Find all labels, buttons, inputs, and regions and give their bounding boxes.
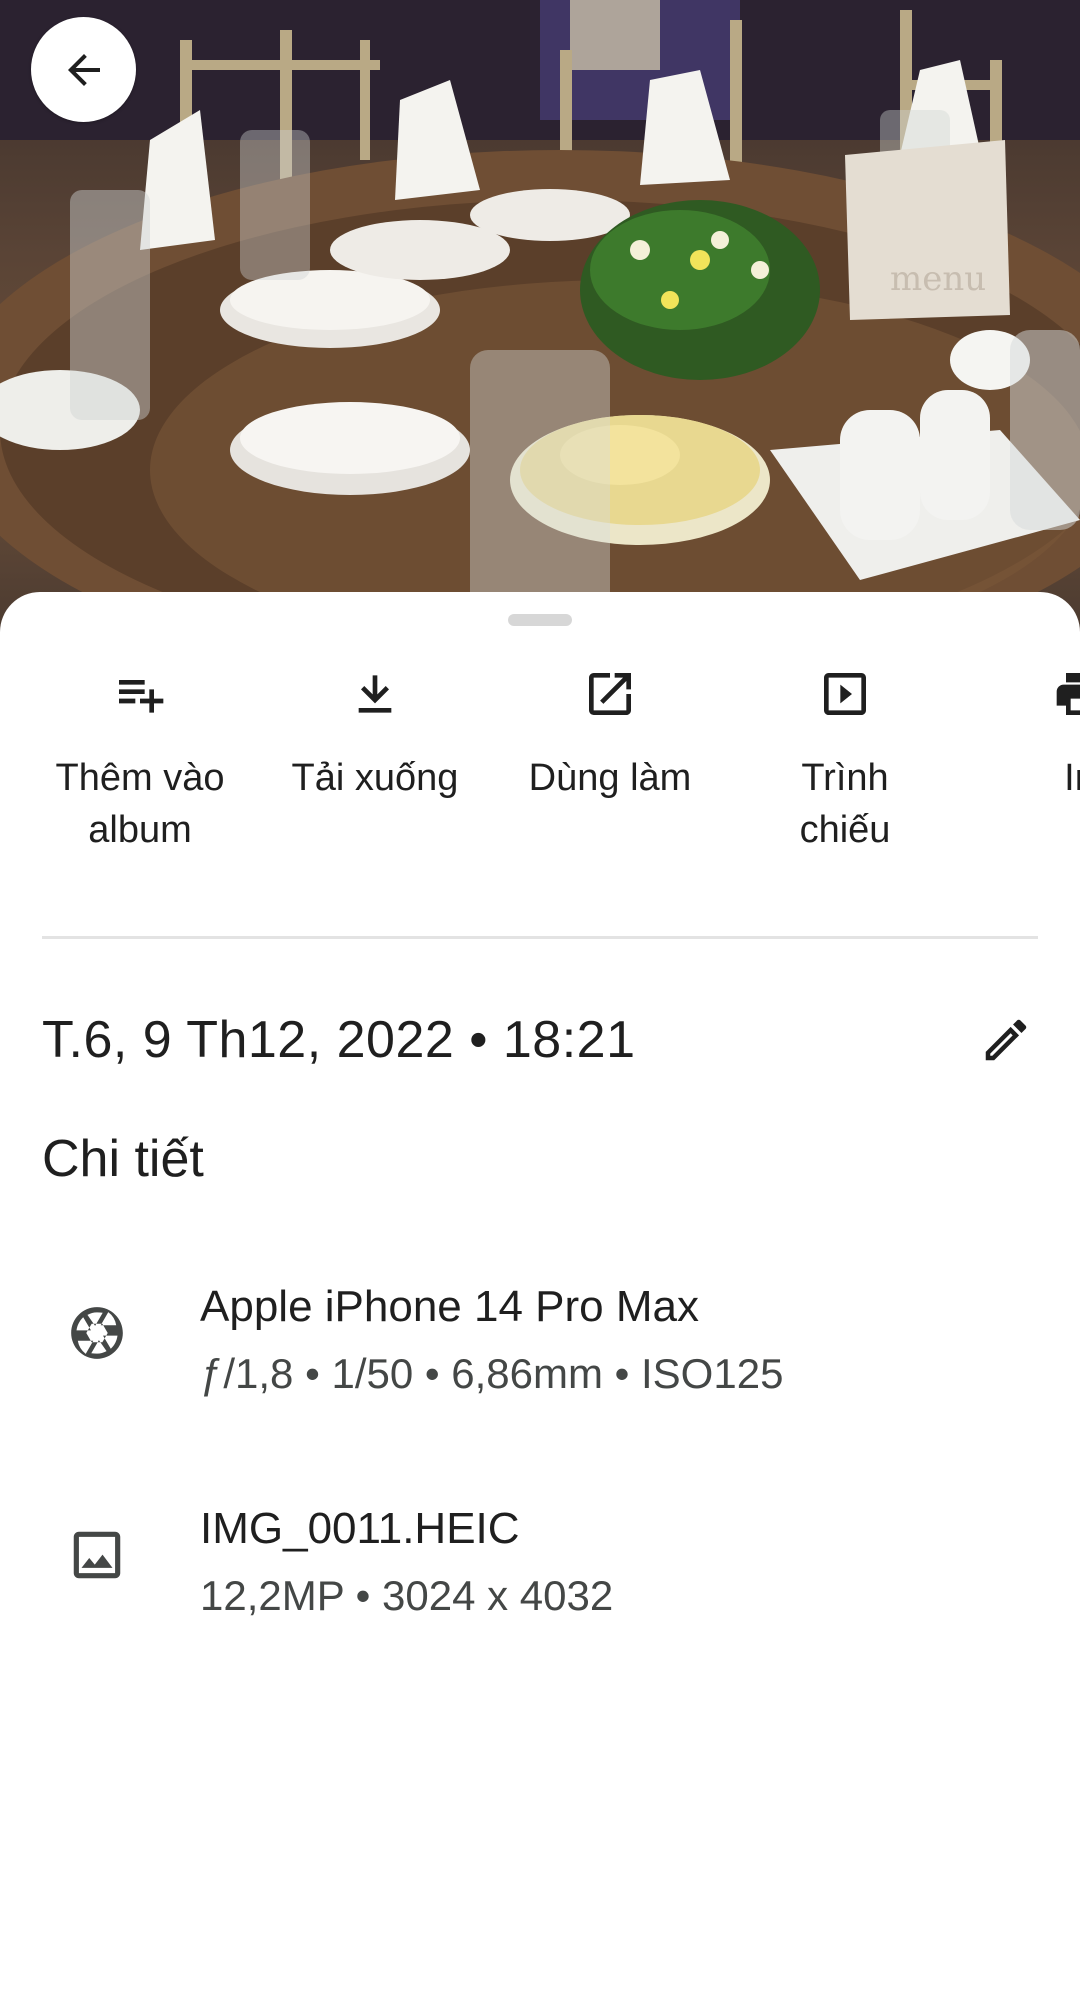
slideshow-label: Trình chiếu [799, 757, 891, 851]
print-button[interactable]: In [970, 652, 1080, 882]
info-bottom-sheet: Thêm vào album Tải xuống Dùng làm Trình … [0, 592, 1080, 2016]
arrow-back-icon [67, 53, 100, 86]
open-in-new-icon [580, 664, 640, 724]
camera-settings: ƒ/1,8 • 1/50 • 6,86mm • ISO125 [200, 1350, 784, 1397]
use-as-button[interactable]: Dùng làm [500, 652, 720, 882]
file-detail-row: IMG_0011.HEIC 12,2MP • 3024 x 4032 [0, 1494, 1080, 1644]
use-as-label: Dùng làm [528, 757, 692, 799]
add-to-album-button[interactable]: Thêm vào album [30, 652, 250, 882]
menu-card-text: menu [890, 259, 986, 299]
drag-handle[interactable] [508, 614, 572, 626]
camera-detail-row: Apple iPhone 14 Pro Max ƒ/1,8 • 1/50 • 6… [0, 1272, 1080, 1422]
download-icon [345, 664, 405, 724]
edit-datetime-button[interactable] [976, 1010, 1036, 1070]
action-bar: Thêm vào album Tải xuống Dùng làm Trình … [0, 652, 1080, 882]
camera-model: Apple iPhone 14 Pro Max [200, 1282, 699, 1331]
file-resolution: 12,2MP • 3024 x 4032 [200, 1572, 614, 1619]
photo-illustration: menu [0, 0, 1080, 640]
back-button[interactable] [31, 17, 136, 122]
slideshow-icon [815, 664, 875, 724]
download-button[interactable]: Tải xuống [265, 652, 485, 882]
slideshow-button[interactable]: Trình chiếu [735, 652, 955, 882]
playlist-add-icon [110, 664, 170, 724]
download-label: Tải xuống [291, 757, 459, 799]
print-label: In [1064, 757, 1080, 799]
file-name: IMG_0011.HEIC [200, 1504, 520, 1553]
add-to-album-label: Thêm vào album [55, 757, 225, 851]
camera-aperture-icon [64, 1300, 130, 1366]
photo-preview[interactable]: menu [0, 0, 1080, 640]
divider [42, 936, 1038, 939]
photo-datetime: T.6, 9 Th12, 2022 • 18:21 [42, 1011, 636, 1069]
edit-pencil-icon [985, 1019, 1027, 1061]
print-icon [1050, 664, 1080, 724]
image-icon [64, 1522, 130, 1588]
details-title: Chi tiết [42, 1130, 204, 1188]
